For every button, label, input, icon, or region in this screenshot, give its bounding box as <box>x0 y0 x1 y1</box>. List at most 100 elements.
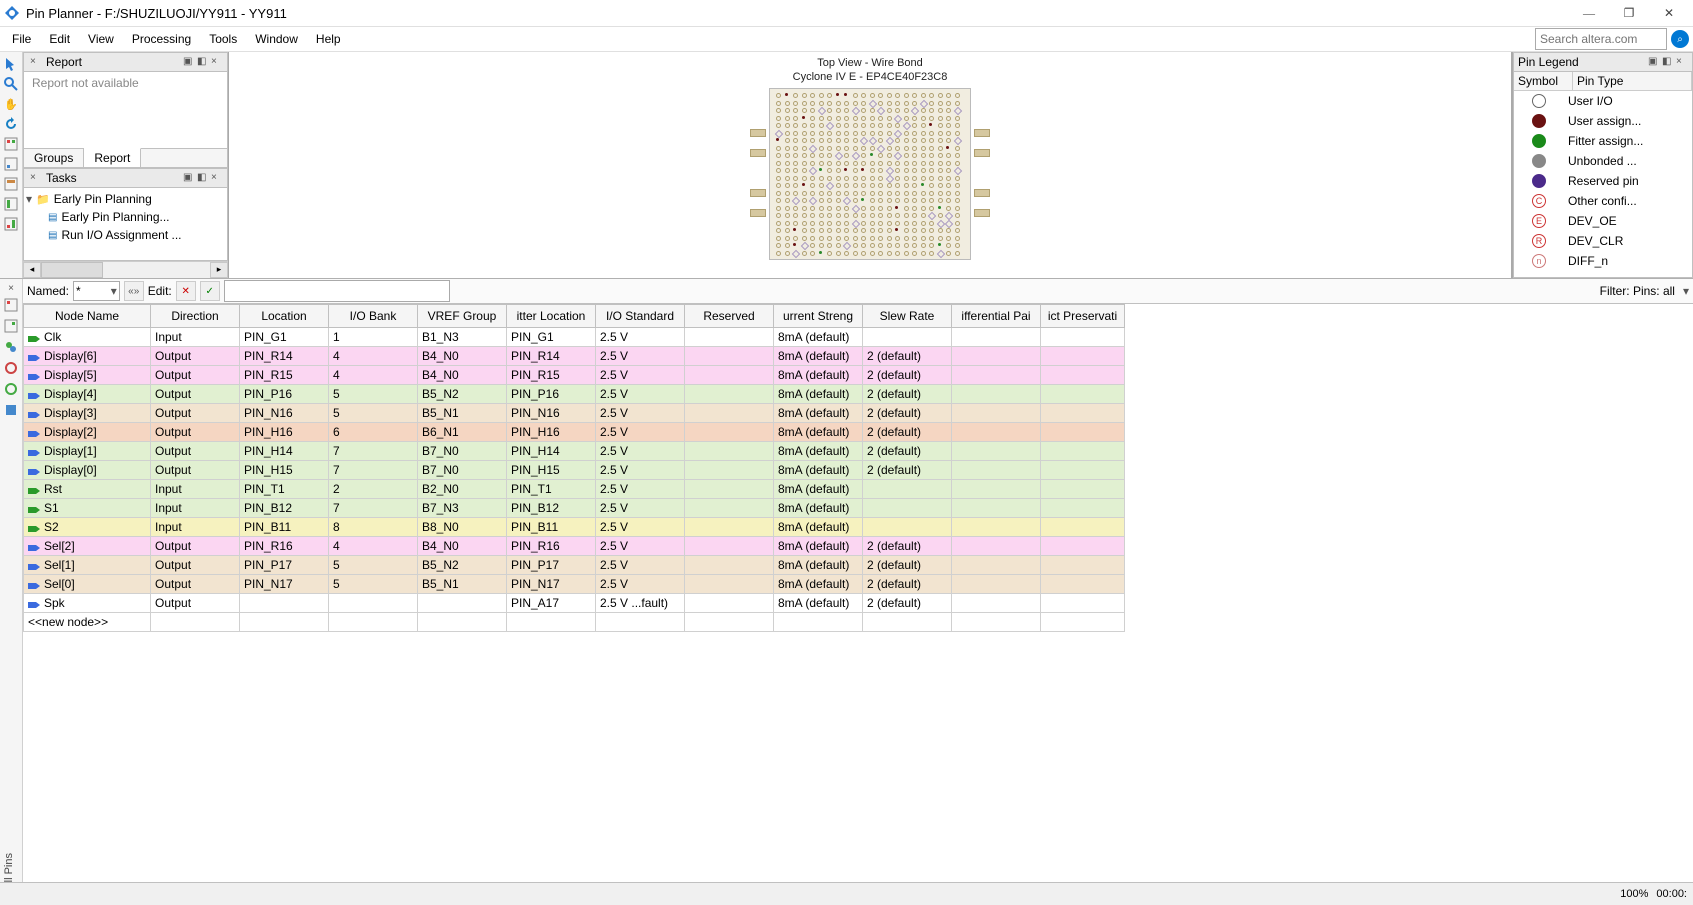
table-row[interactable]: Display[6]OutputPIN_R144B4_N0PIN_R142.5 … <box>24 347 1125 366</box>
new-node-row[interactable]: <<new node>> <box>24 613 1125 632</box>
search-icon[interactable]: ⌕ <box>1671 30 1689 48</box>
dock-icon[interactable]: ▣ <box>183 56 195 68</box>
column-header[interactable]: I/O Standard <box>596 305 685 328</box>
column-header[interactable]: I/O Bank <box>329 305 418 328</box>
task-item[interactable]: ▤Run I/O Assignment ... <box>26 226 225 244</box>
task-item[interactable]: ▤Early Pin Planning... <box>26 208 225 226</box>
column-header[interactable]: Location <box>240 305 329 328</box>
menu-view[interactable]: View <box>80 30 122 48</box>
named-combo[interactable]: *▾ <box>73 281 120 301</box>
named-label: Named: <box>27 284 69 298</box>
window-title: Pin Planner - F:/SHUZILUOJI/YY911 - YY91… <box>26 6 1569 21</box>
close-pins-x-icon[interactable]: × <box>8 283 14 294</box>
pins-table-wrap[interactable]: Node NameDirectionLocationI/O BankVREF G… <box>23 304 1693 896</box>
tab-groups[interactable]: Groups <box>24 149 84 167</box>
close-tasks-x-icon[interactable]: × <box>30 172 42 184</box>
task-item[interactable]: ▾📁Early Pin Planning <box>26 190 225 208</box>
report-panel-header[interactable]: × Report ▣ ◧ × <box>23 52 228 72</box>
column-header[interactable]: ifferential Pai <box>952 305 1041 328</box>
zoom-icon[interactable] <box>3 76 19 92</box>
menu-edit[interactable]: Edit <box>41 30 78 48</box>
table-row[interactable]: RstInputPIN_T12B2_N0PIN_T12.5 V8mA (defa… <box>24 480 1125 499</box>
chip-grid[interactable] <box>769 88 971 260</box>
search-input[interactable] <box>1536 30 1644 48</box>
legend-row: EDEV_OE <box>1514 211 1692 231</box>
float-icon[interactable]: ◧ <box>197 172 209 184</box>
float-icon[interactable]: ◧ <box>1662 56 1674 68</box>
table-row[interactable]: Display[4]OutputPIN_P165B5_N2PIN_P162.5 … <box>24 385 1125 404</box>
table-row[interactable]: S2InputPIN_B118B8_N0PIN_B112.5 V8mA (def… <box>24 518 1125 537</box>
grid2-icon[interactable] <box>3 156 19 172</box>
pins-tool-icon-4[interactable] <box>4 361 18 378</box>
menu-window[interactable]: Window <box>247 30 306 48</box>
legend-row: Unbonded ... <box>1514 151 1692 171</box>
close-panel-icon[interactable]: × <box>211 172 223 184</box>
table-row[interactable]: Display[1]OutputPIN_H147B7_N0PIN_H142.5 … <box>24 442 1125 461</box>
pins-tool-icon-6[interactable] <box>4 403 18 420</box>
table-row[interactable]: Sel[2]OutputPIN_R164B4_N0PIN_R162.5 V8mA… <box>24 537 1125 556</box>
column-header[interactable]: Slew Rate <box>863 305 952 328</box>
pins-table[interactable]: Node NameDirectionLocationI/O BankVREF G… <box>23 304 1125 632</box>
legend-row: COther confi... <box>1514 191 1692 211</box>
legend-header[interactable]: Pin Legend ▣ ◧ × <box>1513 52 1693 72</box>
filter-label[interactable]: Filter: Pins: all <box>1600 284 1675 298</box>
table-row[interactable]: Display[3]OutputPIN_N165B5_N1PIN_N162.5 … <box>24 404 1125 423</box>
column-header[interactable]: VREF Group <box>418 305 507 328</box>
table-row[interactable]: S1InputPIN_B127B7_N3PIN_B122.5 V8mA (def… <box>24 499 1125 518</box>
table-row[interactable]: Display[2]OutputPIN_H166B6_N1PIN_H162.5 … <box>24 423 1125 442</box>
dock-icon[interactable]: ▣ <box>1648 56 1660 68</box>
report-panel-body: Report not available <box>23 72 228 149</box>
table-row[interactable]: Display[5]OutputPIN_R154B4_N0PIN_R152.5 … <box>24 366 1125 385</box>
menu-help[interactable]: Help <box>308 30 349 48</box>
maximize-button[interactable]: ❐ <box>1609 0 1649 26</box>
table-row[interactable]: SpkOutputPIN_A172.5 V ...fault)8mA (defa… <box>24 594 1125 613</box>
minimize-button[interactable]: — <box>1569 0 1609 26</box>
refresh-icon[interactable] <box>3 116 19 132</box>
pins-tool-icon-5[interactable] <box>4 382 18 399</box>
pins-tool-icon-2[interactable] <box>4 319 18 336</box>
tab-report[interactable]: Report <box>84 148 141 167</box>
named-go-icon[interactable]: «» <box>124 281 144 301</box>
close-panel-icon[interactable]: × <box>211 56 223 68</box>
legend-row: User I/O <box>1514 91 1692 111</box>
scroll-thumb[interactable] <box>41 262 103 278</box>
filter-dropdown-icon[interactable]: ▾ <box>1683 284 1689 298</box>
column-header[interactable]: itter Location <box>507 305 596 328</box>
table-row[interactable]: Display[0]OutputPIN_H157B7_N0PIN_H152.5 … <box>24 461 1125 480</box>
column-header[interactable]: Direction <box>151 305 240 328</box>
menu-processing[interactable]: Processing <box>124 30 199 48</box>
grid3-icon[interactable] <box>3 176 19 192</box>
edit-cancel-icon[interactable]: ✕ <box>176 281 196 301</box>
column-header[interactable]: Reserved <box>685 305 774 328</box>
grid4-icon[interactable] <box>3 196 19 212</box>
chip-view[interactable]: Top View - Wire Bond Cyclone IV E - EP4C… <box>229 52 1512 278</box>
pointer-icon[interactable] <box>3 56 19 72</box>
column-header[interactable]: urrent Streng <box>774 305 863 328</box>
table-row[interactable]: Sel[1]OutputPIN_P175B5_N2PIN_P172.5 V8mA… <box>24 556 1125 575</box>
menu-tools[interactable]: Tools <box>201 30 245 48</box>
search-box[interactable] <box>1535 28 1667 50</box>
column-header[interactable]: Node Name <box>24 305 151 328</box>
column-header[interactable]: ict Preservati <box>1041 305 1125 328</box>
table-row[interactable]: ClkInputPIN_G11B1_N3PIN_G12.5 V8mA (defa… <box>24 328 1125 347</box>
legend-row: nDIFF_n <box>1514 251 1692 271</box>
float-icon[interactable]: ◧ <box>197 56 209 68</box>
menu-file[interactable]: File <box>4 30 39 48</box>
hand-icon[interactable]: ✋ <box>3 96 19 112</box>
grid5-icon[interactable] <box>3 216 19 232</box>
table-row[interactable]: Sel[0]OutputPIN_N175B5_N1PIN_N172.5 V8mA… <box>24 575 1125 594</box>
edit-input[interactable] <box>224 280 450 302</box>
tasks-scrollbar[interactable]: ◂ ▸ <box>23 261 228 278</box>
legend-body: Symbol Pin Type User I/OUser assign...Fi… <box>1513 72 1693 278</box>
close-panel-x-icon[interactable]: × <box>30 56 42 68</box>
dock-icon[interactable]: ▣ <box>183 172 195 184</box>
pins-tool-icon-1[interactable] <box>4 298 18 315</box>
close-panel-icon[interactable]: × <box>1676 56 1688 68</box>
close-button[interactable]: ✕ <box>1649 0 1689 26</box>
scroll-right-icon[interactable]: ▸ <box>210 262 228 278</box>
scroll-left-icon[interactable]: ◂ <box>23 262 41 278</box>
grid1-icon[interactable] <box>3 136 19 152</box>
tasks-panel-header[interactable]: × Tasks ▣ ◧ × <box>23 168 228 188</box>
edit-ok-icon[interactable]: ✓ <box>200 281 220 301</box>
pins-tool-icon-3[interactable] <box>4 340 18 357</box>
